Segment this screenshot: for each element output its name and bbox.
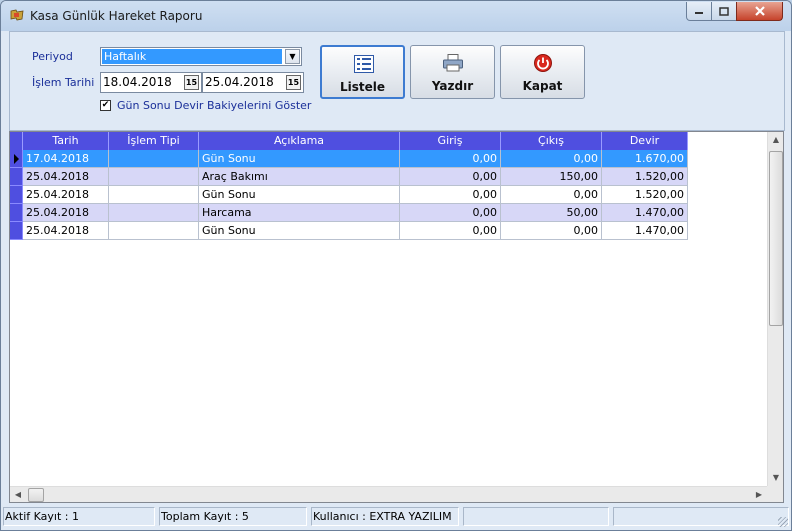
cell-expense[interactable]: 150,00 [501, 168, 602, 186]
vertical-scrollbar[interactable]: ▲ ▼ [767, 132, 783, 486]
cell-transaction-type[interactable] [109, 204, 199, 222]
cell-description[interactable]: Harcama [199, 204, 400, 222]
close-button[interactable]: Kapat [500, 45, 585, 99]
cell-date[interactable]: 25.04.2018 [23, 168, 109, 186]
status-total-records: Toplam Kayıt : 5 [159, 507, 307, 526]
close-window-button[interactable] [736, 2, 783, 21]
cell-balance[interactable]: 1.520,00 [602, 168, 688, 186]
cell-transaction-type[interactable] [109, 222, 199, 240]
filter-panel: Periyod Haftalık ▼ İşlem Tarihi 18.04.20… [9, 31, 785, 131]
cell-expense[interactable]: 0,00 [501, 150, 602, 168]
status-panel-empty [613, 507, 789, 526]
cell-description[interactable]: Gün Sonu [199, 222, 400, 240]
row-indicator[interactable] [10, 168, 23, 186]
cell-balance[interactable]: 1.470,00 [602, 222, 688, 240]
carryover-checkbox-label[interactable]: Gün Sonu Devir Bakiyelerini Göster [117, 99, 311, 112]
power-icon [534, 54, 552, 72]
status-user: Kullanıcı : EXTRA YAZILIM [311, 507, 459, 526]
cell-income[interactable]: 0,00 [400, 204, 501, 222]
maximize-icon [719, 6, 729, 16]
title-bar[interactable]: Kasa Günlük Hareket Raporu [1, 1, 791, 31]
column-header-income[interactable]: Giriş [400, 132, 501, 150]
date-to-value: 25.04.2018 [205, 75, 274, 89]
row-indicator[interactable] [10, 186, 23, 204]
resize-grip-icon[interactable] [778, 517, 788, 527]
cell-description[interactable]: Gün Sonu [199, 150, 400, 168]
column-header-expense[interactable]: Çıkış [501, 132, 602, 150]
cell-date[interactable]: 25.04.2018 [23, 204, 109, 222]
status-bar: Aktif Kayıt : 1 Toplam Kayıt : 5 Kullanı… [1, 505, 791, 530]
cell-transaction-type[interactable] [109, 186, 199, 204]
maximize-button[interactable] [711, 2, 737, 21]
cell-expense[interactable]: 0,00 [501, 186, 602, 204]
transaction-date-label: İşlem Tarihi [32, 76, 95, 89]
vertical-scroll-thumb[interactable] [769, 151, 783, 326]
close-button-label: Kapat [522, 79, 563, 93]
window-title: Kasa Günlük Hareket Raporu [30, 9, 203, 23]
calendar-icon[interactable]: 15 [184, 75, 199, 90]
cell-date[interactable]: 25.04.2018 [23, 186, 109, 204]
cell-description[interactable]: Gün Sonu [199, 186, 400, 204]
column-header-transaction-type[interactable]: İşlem Tipi [109, 132, 199, 150]
scroll-down-icon[interactable]: ▼ [768, 470, 783, 486]
cell-description[interactable]: Araç Bakımı [199, 168, 400, 186]
report-grid[interactable]: Tarih İşlem Tipi Açıklama Giriş Çıkış De… [9, 131, 784, 503]
calendar-icon[interactable]: 15 [286, 75, 301, 90]
row-indicator[interactable] [10, 204, 23, 222]
dropdown-arrow-icon[interactable]: ▼ [285, 49, 300, 64]
carryover-checkbox[interactable]: ✔ [100, 100, 111, 111]
scroll-up-icon[interactable]: ▲ [768, 132, 783, 148]
cell-expense[interactable]: 50,00 [501, 204, 602, 222]
row-indicator[interactable] [10, 150, 23, 168]
cell-date[interactable]: 25.04.2018 [23, 222, 109, 240]
date-from-value: 18.04.2018 [103, 75, 172, 89]
list-icon [354, 55, 374, 73]
header-indicator [10, 132, 23, 150]
period-label: Periyod [32, 50, 73, 63]
cell-income[interactable]: 0,00 [400, 222, 501, 240]
cell-balance[interactable]: 1.470,00 [602, 204, 688, 222]
scroll-right-icon[interactable]: ▶ [751, 487, 767, 502]
scrollbar-corner [767, 486, 783, 502]
list-button[interactable]: Listele [320, 45, 405, 99]
period-dropdown[interactable]: Haftalık ▼ [100, 47, 302, 66]
status-active-record: Aktif Kayıt : 1 [3, 507, 155, 526]
close-icon [754, 6, 765, 16]
horizontal-scrollbar[interactable]: ◀ ▶ [10, 486, 767, 502]
column-header-description[interactable]: Açıklama [199, 132, 400, 150]
minimize-button[interactable] [686, 2, 712, 21]
printer-icon [443, 54, 463, 72]
horizontal-scroll-thumb[interactable] [28, 488, 44, 502]
scroll-left-icon[interactable]: ◀ [10, 487, 26, 502]
row-indicator[interactable] [10, 222, 23, 240]
list-button-label: Listele [339, 80, 386, 94]
cell-expense[interactable]: 0,00 [501, 222, 602, 240]
date-to-field[interactable]: 25.04.2018 15 [202, 72, 304, 93]
report-window: Kasa Günlük Hareket Raporu Periyod Hafta… [0, 0, 792, 531]
date-from-field[interactable]: 18.04.2018 15 [100, 72, 202, 93]
cell-balance[interactable]: 1.520,00 [602, 186, 688, 204]
cell-income[interactable]: 0,00 [400, 186, 501, 204]
period-value: Haftalık [102, 49, 282, 64]
minimize-icon [695, 12, 703, 14]
cell-balance[interactable]: 1.670,00 [602, 150, 688, 168]
cell-income[interactable]: 0,00 [400, 168, 501, 186]
cell-date[interactable]: 17.04.2018 [23, 150, 109, 168]
cell-transaction-type[interactable] [109, 150, 199, 168]
cell-transaction-type[interactable] [109, 168, 199, 186]
cell-income[interactable]: 0,00 [400, 150, 501, 168]
app-icon [10, 9, 24, 21]
current-row-arrow-icon [14, 154, 19, 164]
column-header-date[interactable]: Tarih [23, 132, 109, 150]
column-header-balance[interactable]: Devir [602, 132, 688, 150]
print-button-label: Yazdır [431, 79, 474, 93]
status-panel-empty [463, 507, 609, 526]
print-button[interactable]: Yazdır [410, 45, 495, 99]
